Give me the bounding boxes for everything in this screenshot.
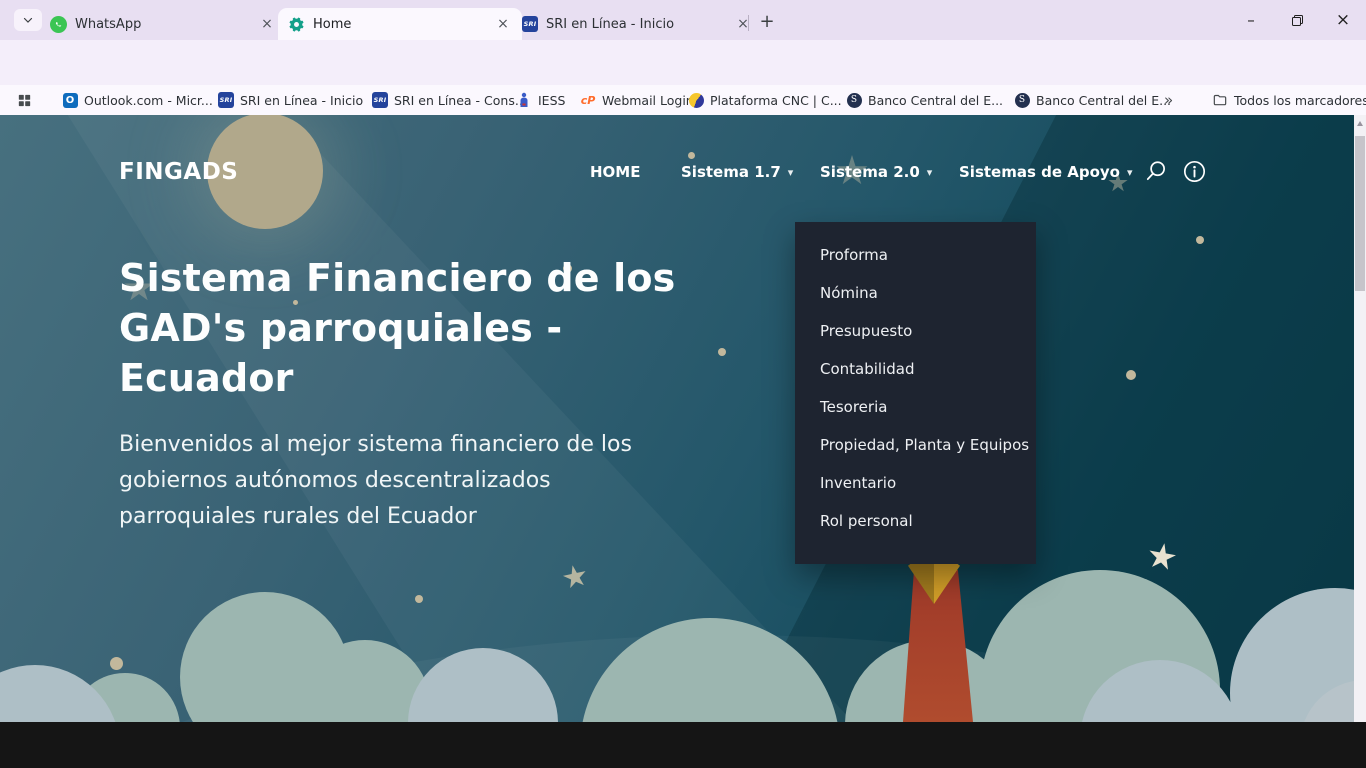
tab-title: SRI en Línea - Inicio bbox=[546, 17, 726, 32]
bookmark-label: Plataforma CNC | C... bbox=[710, 93, 842, 108]
bookmark-label: SRI en Línea - Inicio bbox=[240, 93, 363, 108]
site-logo[interactable]: FINGADS bbox=[119, 159, 238, 185]
star-dot bbox=[1196, 236, 1204, 244]
tab-close-icon[interactable]: × bbox=[494, 15, 512, 33]
bookmark-item-cnc[interactable]: Plataforma CNC | C... bbox=[688, 89, 842, 111]
title-line: Ecuador bbox=[119, 353, 676, 403]
scrollbar-thumb[interactable] bbox=[1355, 136, 1365, 291]
page-scrollbar[interactable] bbox=[1354, 115, 1366, 722]
restore-icon bbox=[1292, 15, 1303, 26]
tab-whatsapp[interactable]: WhatsApp × bbox=[40, 8, 286, 40]
bookmarks-overflow-chevron[interactable]: » bbox=[1164, 89, 1173, 111]
star-dot bbox=[688, 152, 695, 159]
title-line: GAD's parroquiales - bbox=[119, 303, 676, 353]
browser-toolbar: fingads.net GA ⋮ bbox=[0, 40, 1366, 85]
page-title: Sistema Financiero de los GAD's parroqui… bbox=[119, 253, 676, 403]
outlook-icon: O bbox=[62, 92, 78, 108]
restore-button[interactable] bbox=[1274, 0, 1320, 40]
menu-item-nomina[interactable]: Nómina bbox=[795, 274, 1036, 312]
tab-title: WhatsApp bbox=[75, 17, 250, 32]
banco-central-icon: S bbox=[846, 92, 862, 108]
star-dot bbox=[1126, 370, 1136, 380]
sri-icon: SRI bbox=[522, 16, 538, 32]
tab-search-button[interactable] bbox=[14, 9, 42, 31]
banco-central-icon: S bbox=[1014, 92, 1030, 108]
chevron-down-icon: ▾ bbox=[927, 167, 933, 178]
nav-label: HOME bbox=[590, 163, 640, 181]
dropdown-menu-sistema-20: Proforma Nómina Presupuesto Contabilidad… bbox=[795, 222, 1036, 564]
os-taskbar: 1 bbox=[0, 722, 1366, 768]
apps-grid-icon[interactable] bbox=[16, 89, 33, 111]
tab-sri[interactable]: SRI SRI en Línea - Inicio × bbox=[512, 8, 762, 40]
menu-item-rol-personal[interactable]: Rol personal bbox=[795, 502, 1036, 540]
info-icon[interactable] bbox=[1182, 159, 1208, 185]
chevron-down-icon: ▾ bbox=[1127, 167, 1133, 178]
bookmark-label: SRI en Línea - Cons... bbox=[394, 93, 527, 108]
menu-item-propiedad-planta-equipos[interactable]: Propiedad, Planta y Equipos bbox=[795, 426, 1036, 464]
bookmark-label: Webmail Login bbox=[602, 93, 694, 108]
tab-separator bbox=[748, 15, 749, 31]
minimize-button[interactable]: – bbox=[1228, 0, 1274, 40]
bookmark-item-iess[interactable]: IESS bbox=[516, 89, 565, 111]
subtitle-line: gobiernos autónomos descentralizados bbox=[119, 463, 632, 499]
subtitle-line: Bienvenidos al mejor sistema financiero … bbox=[119, 427, 632, 463]
bookmark-item-sri-consultas[interactable]: SRI SRI en Línea - Cons... bbox=[372, 89, 527, 111]
nav-label: Sistema 1.7 bbox=[681, 163, 781, 181]
tab-strip: WhatsApp × Home × SRI SRI en Línea - Ini… bbox=[0, 0, 1366, 40]
all-bookmarks-label: Todos los marcadores bbox=[1234, 93, 1366, 108]
bookmark-label: Outlook.com - Micr... bbox=[84, 93, 213, 108]
tab-close-icon[interactable]: × bbox=[734, 15, 752, 33]
window-controls: – × bbox=[1228, 0, 1366, 40]
menu-item-contabilidad[interactable]: Contabilidad bbox=[795, 350, 1036, 388]
bookmark-label: Banco Central del E... bbox=[868, 93, 1003, 108]
scroll-up-arrow-icon[interactable] bbox=[1357, 121, 1363, 126]
subtitle-line: parroquiales rurales del Ecuador bbox=[119, 499, 632, 535]
bookmark-label: IESS bbox=[538, 93, 565, 108]
star-dot bbox=[415, 595, 423, 603]
menu-item-inventario[interactable]: Inventario bbox=[795, 464, 1036, 502]
iess-emblem-icon bbox=[516, 92, 532, 108]
close-window-button[interactable]: × bbox=[1320, 0, 1366, 40]
bookmarks-bar: O Outlook.com - Micr... SRI SRI en Línea… bbox=[0, 85, 1366, 115]
nav-sistema-17[interactable]: Sistema 1.7 ▾ bbox=[681, 163, 793, 181]
bookmark-label: Banco Central del E... bbox=[1036, 93, 1171, 108]
webpage-viewport: FINGADS HOME Sistema 1.7 ▾ Sistema 2.0 ▾… bbox=[0, 115, 1354, 722]
bookmark-item-webmail[interactable]: cP Webmail Login bbox=[580, 89, 694, 111]
star-dot bbox=[110, 657, 123, 670]
bookmark-item-sri-inicio[interactable]: SRI SRI en Línea - Inicio bbox=[218, 89, 363, 111]
chevron-down-icon bbox=[22, 14, 34, 26]
nav-label: Sistema 2.0 bbox=[820, 163, 920, 181]
nav-home[interactable]: HOME bbox=[590, 163, 640, 181]
new-tab-button[interactable]: + bbox=[756, 10, 778, 32]
bookmark-item-outlook[interactable]: O Outlook.com - Micr... bbox=[62, 89, 213, 111]
sri-icon: SRI bbox=[218, 92, 234, 108]
menu-item-presupuesto[interactable]: Presupuesto bbox=[795, 312, 1036, 350]
folder-icon bbox=[1212, 92, 1228, 108]
browser-window: WhatsApp × Home × SRI SRI en Línea - Ini… bbox=[0, 0, 1366, 768]
menu-item-proforma[interactable]: Proforma bbox=[795, 236, 1036, 274]
tab-close-icon[interactable]: × bbox=[258, 15, 276, 33]
whatsapp-icon bbox=[50, 16, 67, 33]
nav-sistemas-apoyo[interactable]: Sistemas de Apoyo ▾ bbox=[959, 163, 1133, 181]
sri-icon: SRI bbox=[372, 92, 388, 108]
search-icon[interactable] bbox=[1143, 159, 1169, 185]
nav-label: Sistemas de Apoyo bbox=[959, 163, 1120, 181]
chevron-down-icon: ▾ bbox=[788, 167, 794, 178]
cnc-icon bbox=[688, 92, 704, 108]
tab-home[interactable]: Home × bbox=[278, 8, 522, 40]
tab-title: Home bbox=[313, 17, 486, 32]
title-line: Sistema Financiero de los bbox=[119, 253, 676, 303]
site-flower-icon bbox=[288, 16, 305, 33]
page-subtitle: Bienvenidos al mejor sistema financiero … bbox=[119, 427, 632, 535]
bookmark-item-banco-central-2[interactable]: S Banco Central del E... bbox=[1014, 89, 1171, 111]
all-bookmarks-button[interactable]: Todos los marcadores bbox=[1212, 89, 1366, 111]
menu-item-tesoreria[interactable]: Tesoreria bbox=[795, 388, 1036, 426]
bookmark-item-banco-central-1[interactable]: S Banco Central del E... bbox=[846, 89, 1003, 111]
cpanel-icon: cP bbox=[580, 92, 596, 108]
star-dot bbox=[718, 348, 726, 356]
nav-sistema-20[interactable]: Sistema 2.0 ▾ bbox=[820, 163, 932, 181]
